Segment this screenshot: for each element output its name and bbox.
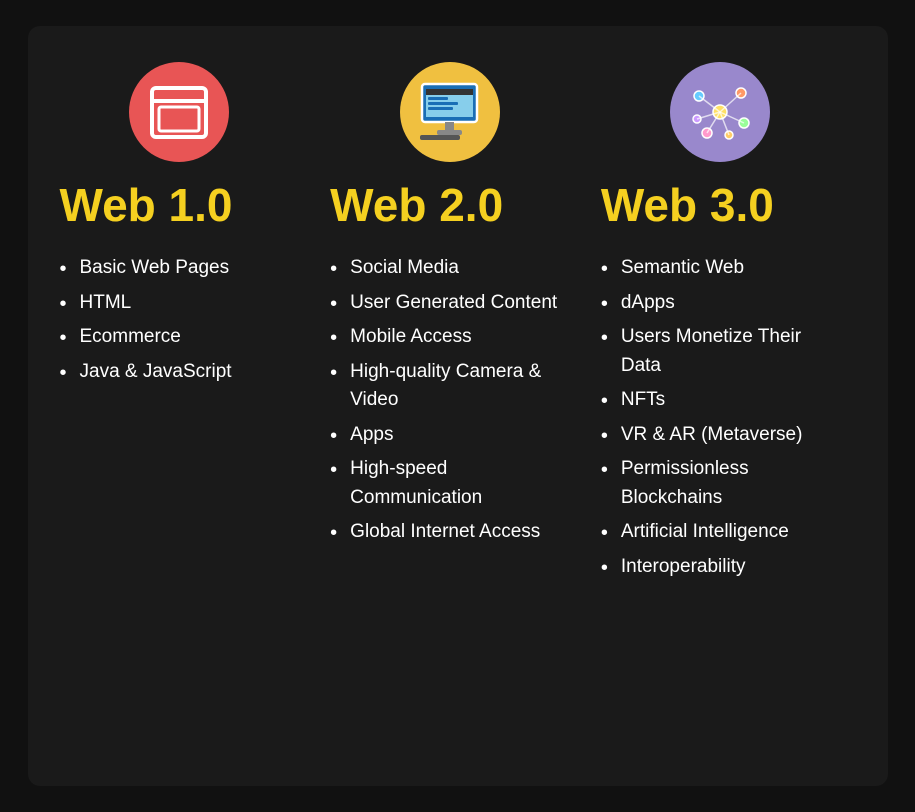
- browser-icon: [149, 85, 209, 140]
- web1-icon-circle: [129, 62, 229, 162]
- web3-feature-list: Semantic Web dApps Users Monetize Their Da…: [601, 254, 840, 587]
- web2-column: Web 2.0 Social Media User Generated Conte…: [314, 62, 585, 746]
- web2-title: Web 2.0: [330, 178, 569, 232]
- list-item: Basic Web Pages: [60, 254, 232, 283]
- list-item: Permissionless Blockchains: [601, 455, 840, 512]
- list-item: VR & AR (Metaverse): [601, 421, 840, 450]
- list-item: Artificial Intelligence: [601, 518, 840, 547]
- list-item: dApps: [601, 289, 840, 318]
- list-item: Apps: [330, 421, 569, 450]
- web1-feature-list: Basic Web Pages HTML Ecommerce Java & JavaS…: [60, 254, 232, 392]
- web1-title: Web 1.0: [60, 178, 299, 232]
- main-card: Web 1.0 Basic Web Pages HTML Ecommerce Java…: [28, 26, 888, 786]
- list-item: Semantic Web: [601, 254, 840, 283]
- web2-icon-wrapper: [330, 62, 569, 162]
- list-item: Java & JavaScript: [60, 358, 232, 387]
- list-item: Ecommerce: [60, 323, 232, 352]
- web1-column: Web 1.0 Basic Web Pages HTML Ecommerce Java…: [60, 62, 315, 746]
- list-item: Mobile Access: [330, 323, 569, 352]
- list-item: Interoperability: [601, 553, 840, 582]
- web2-feature-list: Social Media User Generated Content Mobile…: [330, 254, 569, 553]
- web3-icon-wrapper: [601, 62, 840, 162]
- computer-icon: [417, 82, 482, 142]
- list-item: NFTs: [601, 386, 840, 415]
- list-item: Users Monetize Their Data: [601, 323, 840, 380]
- list-item: High-speed Communication: [330, 455, 569, 512]
- web3-column: Web 3.0 Semantic Web dApps Users Monetize …: [585, 62, 856, 746]
- web1-icon-wrapper: [60, 62, 299, 162]
- columns-container: Web 1.0 Basic Web Pages HTML Ecommerce Java…: [60, 62, 856, 746]
- web3-icon-circle: [670, 62, 770, 162]
- list-item: Social Media: [330, 254, 569, 283]
- list-item: HTML: [60, 289, 232, 318]
- list-item: User Generated Content: [330, 289, 569, 318]
- list-item: Global Internet Access: [330, 518, 569, 547]
- network-icon: [689, 81, 751, 143]
- web3-title: Web 3.0: [601, 178, 840, 232]
- web2-icon-circle: [400, 62, 500, 162]
- list-item: High-quality Camera & Video: [330, 358, 569, 415]
